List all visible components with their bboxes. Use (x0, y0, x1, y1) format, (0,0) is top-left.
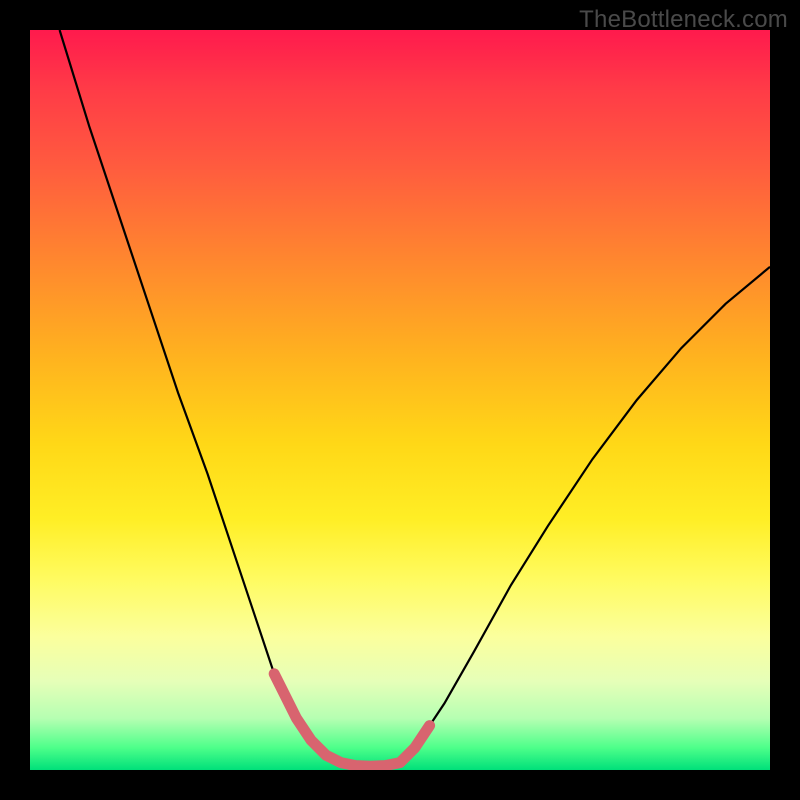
plot-area (30, 30, 770, 770)
bottleneck-curve (60, 30, 770, 766)
valley-marker (274, 674, 429, 767)
watermark-text: TheBottleneck.com (579, 6, 788, 34)
curve-layer (30, 30, 770, 770)
chart-frame: TheBottleneck.com (0, 0, 800, 800)
